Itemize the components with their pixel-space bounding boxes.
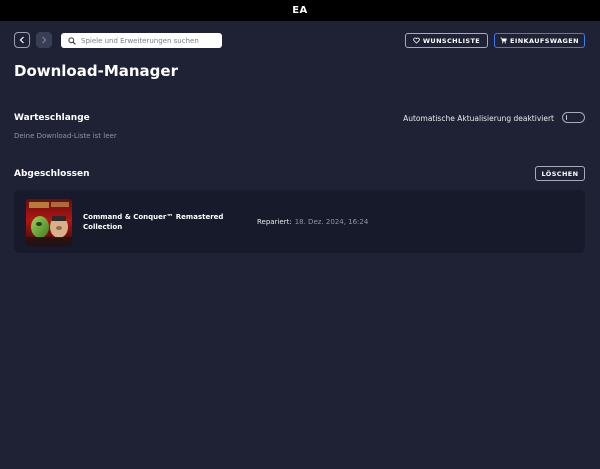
clear-button[interactable]: LÖSCHEN — [535, 166, 585, 181]
page-title: Download-Manager — [14, 62, 178, 80]
item-status: Repariert: 18. Dez. 2024, 16:24 — [257, 218, 368, 226]
queue-empty-text: Deine Download-Liste ist leer — [14, 132, 117, 140]
forward-button[interactable] — [36, 32, 52, 48]
game-title: Command & Conquer™ Remastered Collection — [83, 213, 224, 231]
search-input[interactable] — [81, 36, 221, 45]
game-cover — [26, 199, 72, 246]
auto-update-toggle[interactable] — [562, 112, 585, 123]
auto-update-label: Automatische Aktualisierung deaktiviert — [403, 114, 554, 123]
cart-icon — [500, 37, 507, 44]
queue-heading: Warteschlange — [14, 113, 90, 123]
status-value: 18. Dez. 2024, 16:24 — [294, 218, 369, 226]
wishlist-button[interactable]: WUNSCHLISTE — [405, 33, 488, 48]
completed-item: Command & Conquer™ Remastered Collection… — [14, 190, 585, 253]
cart-label: EINKAUFSWAGEN — [510, 36, 579, 45]
back-button[interactable] — [14, 32, 30, 48]
title-bar: EA — [0, 0, 600, 21]
search-icon — [68, 36, 76, 45]
completed-heading: Abgeschlossen — [14, 169, 90, 179]
search-box[interactable] — [61, 33, 222, 48]
chevron-right-icon — [42, 36, 47, 44]
toggle-knob — [566, 115, 567, 120]
cart-button[interactable]: EINKAUFSWAGEN — [494, 33, 585, 48]
wishlist-label: WUNSCHLISTE — [422, 36, 481, 45]
heart-icon — [413, 37, 420, 44]
chevron-left-icon — [19, 36, 24, 44]
window-title: EA — [292, 5, 308, 16]
status-label: Repariert: — [257, 218, 292, 226]
